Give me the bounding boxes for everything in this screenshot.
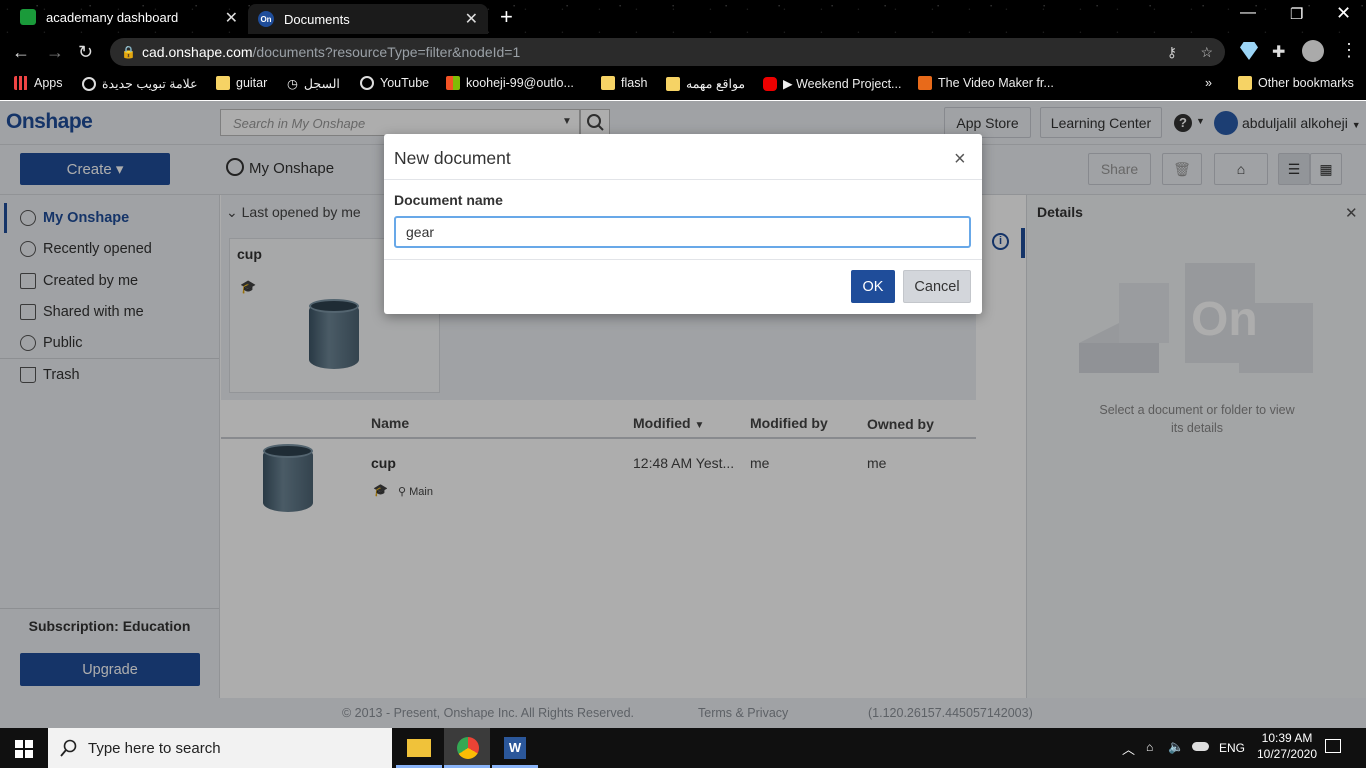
folder-icon	[407, 739, 431, 757]
notifications-icon[interactable]	[1325, 739, 1341, 753]
onshape-favicon-icon: On	[258, 11, 274, 27]
address-bar[interactable]: 🔒 cad.onshape.com/documents?resourceType…	[110, 38, 1225, 66]
close-tab-icon[interactable]: ✕	[225, 8, 238, 28]
folder-icon	[666, 76, 680, 91]
windows-search-box[interactable]: Type here to search	[48, 728, 392, 768]
dialog-title: New document	[394, 148, 511, 168]
bookmark-video-maker[interactable]: The Video Maker fr...	[918, 76, 1054, 90]
onedrive-icon[interactable]	[1192, 742, 1209, 751]
volume-icon[interactable]: 🔈	[1168, 739, 1184, 755]
tab-documents[interactable]: On Documents ✕	[248, 4, 488, 34]
document-name-input[interactable]	[394, 216, 971, 248]
bookmark-apps[interactable]: Apps	[14, 76, 63, 90]
apps-grid-icon	[14, 76, 28, 90]
url-host: cad.onshape.com	[142, 44, 253, 60]
history-icon: ◷	[287, 77, 298, 91]
language-indicator[interactable]: ENG	[1219, 741, 1245, 755]
search-icon	[60, 739, 77, 757]
globe-icon	[360, 76, 374, 90]
network-icon[interactable]: ⌂	[1146, 740, 1153, 754]
folder-icon	[1238, 76, 1252, 90]
bookmark-guitar[interactable]: guitar	[216, 76, 267, 90]
extensions-puzzle-icon[interactable]: ✚	[1272, 42, 1285, 62]
clock-time: 10:39 AM	[1261, 731, 1313, 745]
bookmark-new-tab[interactable]: علامة تبويب جديدة	[82, 76, 198, 91]
menu-kebab-icon[interactable]: ⋮	[1340, 40, 1358, 61]
new-tab-button[interactable]: +	[500, 4, 513, 30]
folder-icon	[601, 76, 615, 90]
bookmark-important-sites[interactable]: مواقع مهمه	[666, 76, 745, 91]
clock[interactable]: 10:39 AM 10/27/2020	[1254, 731, 1320, 761]
bookmark-history[interactable]: ◷ السجل	[287, 76, 340, 91]
reload-icon[interactable]: ↻	[78, 42, 93, 62]
document-name-label: Document name	[394, 192, 503, 208]
windows-search-placeholder: Type here to search	[88, 739, 221, 757]
back-icon[interactable]: ←	[12, 42, 30, 62]
word-icon: W	[504, 737, 526, 759]
lock-icon: 🔒	[121, 45, 136, 59]
cancel-button[interactable]: Cancel	[903, 270, 971, 303]
tray-chevron-icon[interactable]: ︿	[1122, 739, 1135, 758]
bookmark-weekend-project[interactable]: ▶ Weekend Project...	[763, 76, 901, 91]
microsoft-icon	[446, 76, 460, 90]
youtube-icon	[763, 76, 777, 91]
new-document-dialog: New document × Document name OK Cancel	[384, 134, 982, 314]
url-path: /documents?resourceType=filter&nodeId=1	[252, 44, 521, 60]
windows-start-icon[interactable]	[15, 740, 33, 758]
star-icon[interactable]: ☆	[1200, 38, 1213, 66]
taskbar-file-explorer[interactable]	[396, 728, 442, 768]
folder-icon	[216, 76, 230, 90]
restore-icon[interactable]: ❐	[1290, 5, 1303, 23]
taskbar-chrome[interactable]	[444, 728, 490, 768]
tab-academany[interactable]: academany dashboard ✕	[0, 0, 248, 34]
bookmarks-overflow[interactable]: »	[1205, 76, 1212, 90]
dialog-header: New document ×	[384, 134, 982, 180]
tab-title: Documents	[284, 11, 350, 27]
taskbar-word[interactable]: W	[492, 728, 538, 768]
profile-avatar[interactable]	[1302, 40, 1324, 62]
dialog-divider	[384, 259, 982, 260]
forward-icon[interactable]: →	[46, 42, 64, 62]
minimize-icon[interactable]: —	[1240, 4, 1256, 22]
bookmark-flash[interactable]: flash	[601, 76, 647, 90]
clock-date: 10/27/2020	[1256, 747, 1318, 761]
bookmark-youtube[interactable]: YouTube	[360, 76, 429, 90]
chrome-icon	[457, 737, 479, 759]
tab-title: academany dashboard	[46, 9, 179, 25]
bookmark-other[interactable]: Other bookmarks	[1238, 76, 1354, 90]
academany-favicon-icon	[20, 9, 36, 25]
bookmark-outlook[interactable]: kooheji-99@outlo...	[446, 76, 574, 90]
close-icon[interactable]: ×	[954, 148, 966, 171]
globe-icon	[82, 76, 96, 91]
close-tab-icon[interactable]: ✕	[465, 9, 478, 29]
close-window-icon[interactable]: ✕	[1336, 3, 1351, 24]
v-icon	[918, 76, 932, 90]
key-icon[interactable]: ⚷	[1167, 38, 1177, 66]
ok-button[interactable]: OK	[851, 270, 895, 303]
